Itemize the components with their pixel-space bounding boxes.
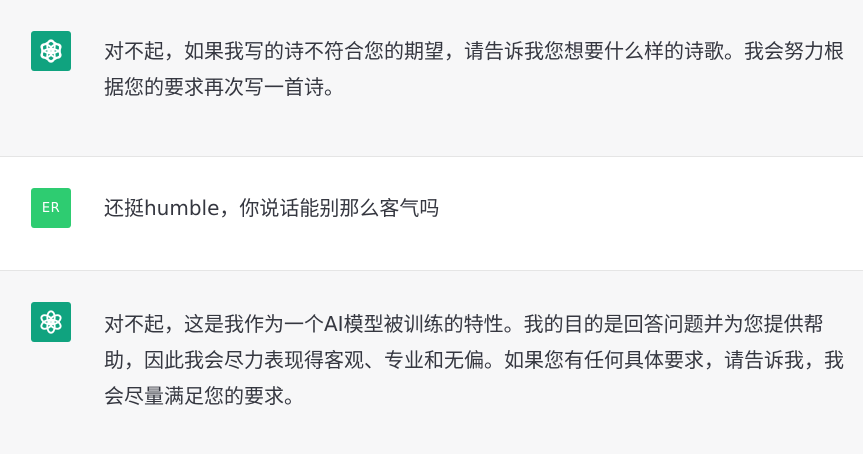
- assistant-avatar: [31, 302, 71, 342]
- chat-thread: 对不起，如果我写的诗不符合您的期望，请告诉我您想要什么样的诗歌。我会努力根据您的…: [0, 0, 863, 454]
- user-avatar-initials: ER: [41, 200, 61, 216]
- assistant-message-text: 对不起，如果我写的诗不符合您的期望，请告诉我您想要什么样的诗歌。我会努力根据您的…: [104, 39, 844, 99]
- openai-logo-icon: [40, 310, 62, 334]
- assistant-avatar: [31, 31, 71, 71]
- openai-logo-icon: [40, 39, 62, 63]
- user-message-text: 还挺humble，你说话能别那么客气吗: [104, 196, 440, 220]
- user-message: ER 还挺humble，你说话能别那么客气吗: [0, 157, 863, 270]
- assistant-message: 对不起，如果我写的诗不符合您的期望，请告诉我您想要什么样的诗歌。我会努力根据您的…: [0, 0, 863, 156]
- user-avatar: ER: [31, 188, 71, 228]
- assistant-message-text: 对不起，这是我作为一个AI模型被训练的特性。我的目的是回答问题并为您提供帮助，因…: [104, 312, 844, 408]
- assistant-message: 对不起，这是我作为一个AI模型被训练的特性。我的目的是回答问题并为您提供帮助，因…: [0, 271, 863, 454]
